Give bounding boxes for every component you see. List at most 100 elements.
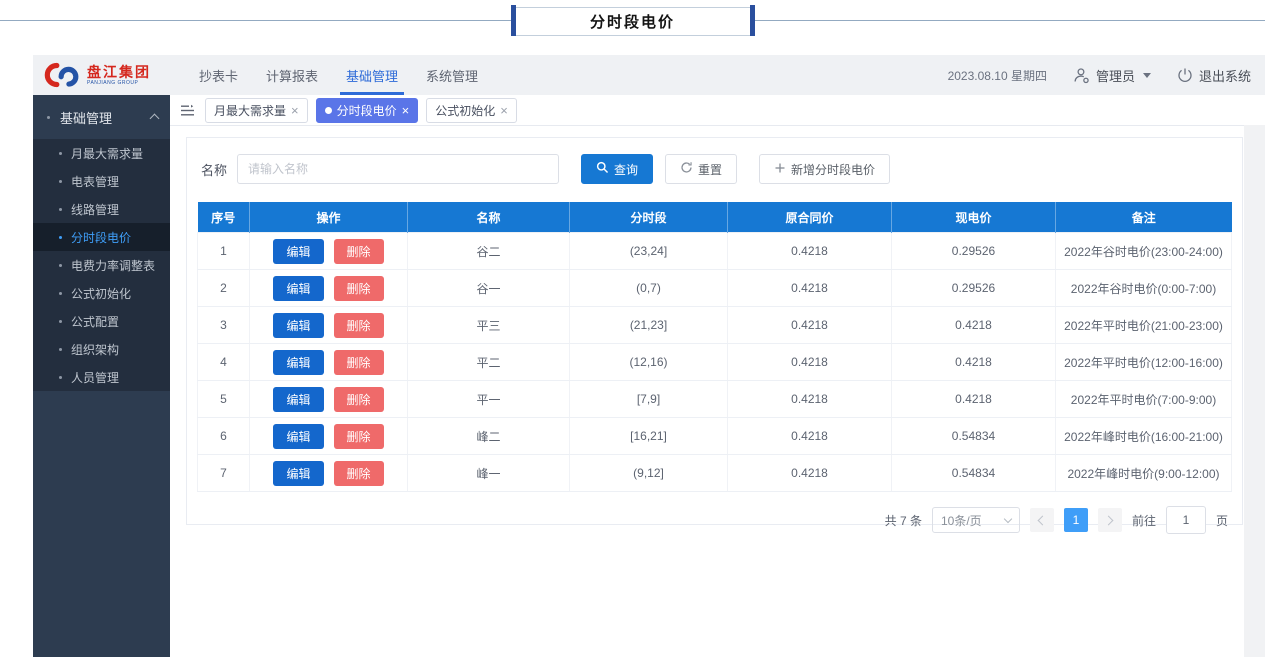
delete-button[interactable]: 删除 — [334, 276, 384, 301]
edit-button[interactable]: 编辑 — [273, 313, 323, 338]
row-period: (23,24] — [570, 233, 728, 270]
edit-button[interactable]: 编辑 — [273, 387, 323, 412]
row-index: 7 — [198, 455, 250, 492]
chevron-left-icon — [1038, 515, 1048, 525]
row-actions: 编辑删除 — [250, 270, 408, 307]
row-remark: 2022年谷时电价(23:00-24:00) — [1056, 233, 1232, 270]
row-index: 4 — [198, 344, 250, 381]
page-size-select[interactable]: 10条/页 — [932, 507, 1020, 533]
banner-accent-left — [511, 5, 516, 36]
sidebar-item-personnel-mgmt[interactable]: 人员管理 — [33, 363, 170, 391]
delete-button[interactable]: 删除 — [334, 424, 384, 449]
nav-item-system-mgmt[interactable]: 系统管理 — [412, 55, 492, 95]
chevron-down-icon — [1143, 73, 1151, 78]
user-menu[interactable]: 管理员 — [1073, 66, 1151, 85]
prev-page-button[interactable] — [1030, 508, 1054, 532]
header-date: 2023.08.10 星期四 — [948, 67, 1047, 84]
row-period: [16,21] — [570, 418, 728, 455]
row-remark: 2022年平时电价(21:00-23:00) — [1056, 307, 1232, 344]
sidebar-item-label: 公式初始化 — [71, 285, 131, 302]
current-page[interactable]: 1 — [1064, 508, 1088, 532]
row-contract-price: 0.4218 — [728, 455, 892, 492]
row-contract-price: 0.4218 — [728, 344, 892, 381]
row-name: 峰一 — [408, 455, 570, 492]
col-header-contract-price: 原合同价 — [728, 202, 892, 233]
goto-page-input[interactable] — [1166, 506, 1206, 534]
sidebar-item-formula-config[interactable]: 公式配置 — [33, 307, 170, 335]
next-page-button[interactable] — [1098, 508, 1122, 532]
bullet-icon — [59, 236, 62, 239]
content-card: 名称 查询 重置 — [186, 137, 1243, 525]
reset-button-label: 重置 — [698, 161, 722, 178]
sidebar-item-monthly-max-demand[interactable]: 月最大需求量 — [33, 139, 170, 167]
row-actions: 编辑删除 — [250, 418, 408, 455]
total-count: 共 7 条 — [885, 512, 922, 529]
edit-button[interactable]: 编辑 — [273, 424, 323, 449]
close-icon[interactable]: × — [291, 104, 299, 117]
table-row: 5编辑删除平一[7,9]0.42180.42182022年平时电价(7:00-9… — [198, 381, 1232, 418]
sidebar-item-line-mgmt[interactable]: 线路管理 — [33, 195, 170, 223]
sidebar-item-tou-price[interactable]: 分时段电价 — [33, 223, 170, 251]
reset-button[interactable]: 重置 — [665, 154, 737, 184]
plus-icon — [774, 162, 786, 177]
bullet-icon — [59, 208, 62, 211]
nav-item-basic-mgmt[interactable]: 基础管理 — [332, 55, 412, 95]
search-field-label: 名称 — [201, 160, 227, 179]
nav-item-meter-card[interactable]: 抄表卡 — [185, 55, 252, 95]
edit-button[interactable]: 编辑 — [273, 276, 323, 301]
sidebar-item-power-factor-table[interactable]: 电费力率调整表 — [33, 251, 170, 279]
sidebar-submenu: 月最大需求量 电表管理 线路管理 分时段电价 电费力率调整表 公式初始化 公式配… — [33, 139, 170, 391]
sidebar-item-org-structure[interactable]: 组织架构 — [33, 335, 170, 363]
close-icon[interactable]: × — [402, 104, 410, 117]
row-name: 谷二 — [408, 233, 570, 270]
app-header: 盘江集团 PANJIANG GROUP 抄表卡 计算报表 基础管理 系统管理 2… — [33, 55, 1265, 95]
tab-monthly-max-demand[interactable]: 月最大需求量 × — [205, 98, 308, 123]
row-current-price: 0.54834 — [892, 455, 1056, 492]
sidebar-item-formula-init[interactable]: 公式初始化 — [33, 279, 170, 307]
sidebar-item-label: 线路管理 — [71, 201, 119, 218]
close-icon[interactable]: × — [500, 104, 508, 117]
add-tou-price-button[interactable]: 新增分时段电价 — [759, 154, 890, 184]
refresh-icon — [680, 161, 693, 177]
logout-button[interactable]: 退出系统 — [1177, 66, 1251, 85]
active-dot-icon — [325, 107, 332, 114]
edit-button[interactable]: 编辑 — [273, 461, 323, 486]
sidebar-group-label: 基础管理 — [60, 108, 112, 127]
bullet-icon — [59, 180, 62, 183]
edit-button[interactable]: 编辑 — [273, 239, 323, 264]
scrollbar[interactable] — [1244, 125, 1265, 657]
row-contract-price: 0.4218 — [728, 381, 892, 418]
nav-item-calc-report[interactable]: 计算报表 — [252, 55, 332, 95]
delete-button[interactable]: 删除 — [334, 350, 384, 375]
screen: 分时段电价 盘江集团 PANJIANG GROUP 抄表卡 计算报表 基础管理 … — [0, 0, 1265, 657]
tabs-menu-icon[interactable] — [180, 104, 195, 117]
row-current-price: 0.54834 — [892, 418, 1056, 455]
delete-button[interactable]: 删除 — [334, 239, 384, 264]
search-input[interactable] — [237, 154, 559, 184]
logo-swirl-icon — [43, 62, 81, 88]
sidebar-item-meter-mgmt[interactable]: 电表管理 — [33, 167, 170, 195]
sidebar-item-label: 月最大需求量 — [71, 145, 143, 162]
row-period: (21,23] — [570, 307, 728, 344]
row-actions: 编辑删除 — [250, 344, 408, 381]
chevron-down-icon — [1004, 515, 1012, 523]
delete-button[interactable]: 删除 — [334, 387, 384, 412]
delete-button[interactable]: 删除 — [334, 461, 384, 486]
row-remark: 2022年峰时电价(16:00-21:00) — [1056, 418, 1232, 455]
row-contract-price: 0.4218 — [728, 418, 892, 455]
tab-formula-init[interactable]: 公式初始化 × — [426, 98, 517, 123]
edit-button[interactable]: 编辑 — [273, 350, 323, 375]
sidebar-group-basic-mgmt[interactable]: 基础管理 — [33, 95, 170, 139]
tab-tou-price[interactable]: 分时段电价 × — [316, 98, 419, 123]
row-current-price: 0.4218 — [892, 307, 1056, 344]
sidebar-item-label: 分时段电价 — [71, 229, 131, 246]
header-right: 2023.08.10 星期四 管理员 — [948, 55, 1251, 95]
delete-button[interactable]: 删除 — [334, 313, 384, 338]
tab-label: 分时段电价 — [337, 102, 397, 119]
chevron-right-icon — [1104, 515, 1114, 525]
table-row: 4编辑删除平二(12,16)0.42180.42182022年平时电价(12:0… — [198, 344, 1232, 381]
col-header-index: 序号 — [198, 202, 250, 233]
query-button[interactable]: 查询 — [581, 154, 653, 184]
brand-name-en: PANJIANG GROUP — [87, 81, 151, 86]
sidebar: 基础管理 月最大需求量 电表管理 线路管理 分时段电价 电费力率调整表 公式初始… — [33, 95, 170, 657]
